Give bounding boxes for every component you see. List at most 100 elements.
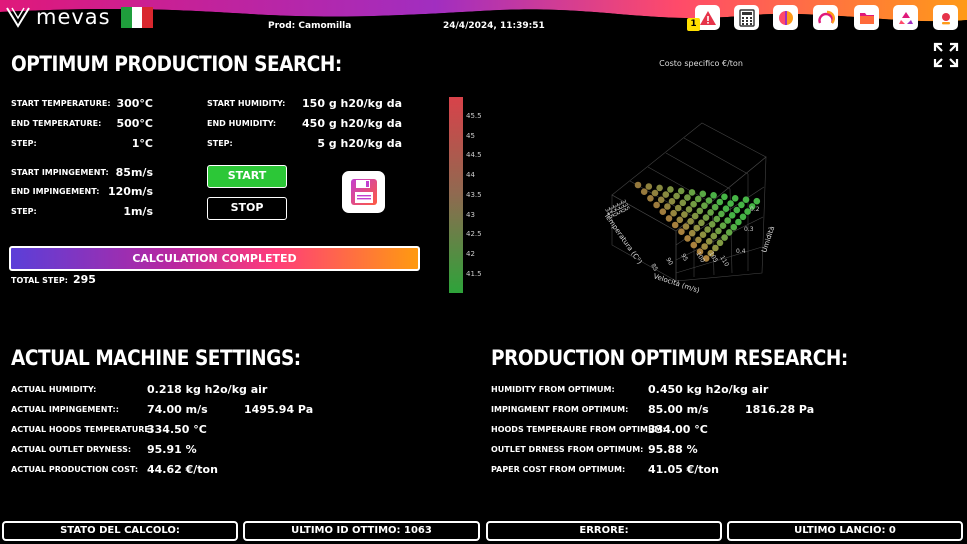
- chart-title: Costo specifico €/ton: [659, 59, 743, 68]
- surface-point: [688, 189, 696, 196]
- save-button[interactable]: [342, 171, 385, 213]
- temperature-step-value[interactable]: 1°C: [100, 137, 153, 150]
- surface-point: [676, 216, 684, 224]
- surface-point: [651, 189, 659, 197]
- actual-humidity-value: 0.218 kg h2o/kg air: [147, 383, 268, 396]
- surface-point: [693, 224, 701, 232]
- optimum-hoods-temperature-value: 334.00 °C: [648, 423, 708, 436]
- product-name: Prod: Camomilla: [268, 21, 352, 31]
- surface-point: [731, 195, 739, 202]
- calculator-icon[interactable]: [734, 5, 759, 30]
- surface-point: [721, 193, 728, 201]
- optimum-humidity-value: 0.450 kg h2o/kg air: [648, 383, 769, 396]
- temperature-step-label: STEP:: [11, 139, 37, 148]
- recycle-icon[interactable]: [893, 5, 918, 30]
- surface-point: [662, 191, 670, 198]
- colorbar-tick: 43: [466, 210, 475, 219]
- surface-point: [738, 201, 745, 209]
- surface-point: [647, 195, 654, 202]
- surface-point: [716, 239, 724, 247]
- warning-count-badge: 1: [687, 18, 700, 31]
- optimum-paper-cost-label: PAPER COST FROM OPTIMUM:: [491, 465, 626, 474]
- surface-point: [730, 223, 738, 231]
- surface-point: [742, 196, 750, 203]
- surface-point: [721, 234, 728, 241]
- colorbar-tick: 42: [466, 249, 475, 258]
- surface-point: [733, 206, 741, 214]
- surface-point: [668, 198, 676, 205]
- actual-production-cost-value: 44.62 €/ton: [147, 463, 218, 476]
- surface-point: [715, 227, 722, 235]
- total-step-value: 295: [73, 273, 96, 286]
- gauge-icon[interactable]: [773, 5, 798, 30]
- optimum-impingement-label: IMPINGMENT FROM OPTIMUM:: [491, 405, 629, 414]
- impingement-step-value[interactable]: 1m/s: [100, 205, 153, 218]
- surface-point: [682, 223, 690, 230]
- surface-point: [670, 209, 677, 217]
- surface-point: [702, 214, 710, 221]
- speed-tick: 110: [718, 255, 730, 269]
- surface-point: [707, 209, 714, 216]
- surface-point: [634, 181, 642, 189]
- mevas-logo[interactable]: mevas: [6, 4, 111, 30]
- arc-icon[interactable]: [813, 5, 838, 30]
- actual-hoods-temperature-value: 334.50 °C: [147, 423, 207, 436]
- end-impingement-value[interactable]: 120m/s: [100, 185, 153, 198]
- humidity-axis-label: Umidità: [760, 225, 776, 253]
- surface-point: [684, 194, 691, 201]
- end-humidity-value[interactable]: 450 g h20/kg da: [296, 117, 402, 130]
- actual-humidity-label: ACTUAL HUMIDITY:: [11, 385, 97, 394]
- optimum-impingement-value: 85.00 m/s: [648, 403, 709, 416]
- surface-point: [716, 198, 724, 206]
- temperature-axis-label: Temperatura (C°): [602, 211, 644, 266]
- surface-point: [735, 218, 742, 226]
- settings-icon[interactable]: [933, 5, 958, 30]
- fullscreen-icon[interactable]: [933, 42, 959, 68]
- stop-button[interactable]: STOP: [207, 197, 287, 220]
- optimum-hoods-temperature-label: HOODS TEMPERAURE FROM OPTIMUM:: [491, 425, 666, 434]
- italian-flag-icon[interactable]: [121, 7, 154, 28]
- start-humidity-value[interactable]: 150 g h20/kg da: [296, 97, 402, 110]
- start-impingement-value[interactable]: 85m/s: [100, 166, 153, 179]
- humidity-step-value[interactable]: 5 g h20/kg da: [296, 137, 402, 150]
- surface-point: [708, 221, 716, 228]
- actual-outlet-dryness-value: 95.91 %: [147, 443, 197, 456]
- humidity-step-label: STEP:: [207, 139, 233, 148]
- optimum-humidity-label: HUMIDITY FROM OPTIMUM:: [491, 385, 615, 394]
- surface-point: [671, 221, 679, 229]
- surface-point: [724, 217, 731, 224]
- actual-impingement-label: ACTUAL IMPINGEMENT::: [11, 405, 119, 414]
- surface-point: [710, 192, 717, 199]
- colorbar-tick: 43.5: [466, 190, 482, 199]
- surface-point: [690, 200, 697, 208]
- calculation-state-box: STATO DEL CALCOLO:: [2, 521, 238, 541]
- surface-point: [705, 238, 713, 245]
- end-temperature-label: END TEMPERATURE:: [11, 119, 102, 128]
- start-temperature-value[interactable]: 300°C: [100, 97, 153, 110]
- surface-point: [679, 199, 687, 207]
- speed-tick: 90: [664, 257, 674, 267]
- optimum-outlet-dryness-value: 95.88 %: [648, 443, 698, 456]
- colorbar-tick: 45.5: [466, 112, 482, 120]
- surface-point: [657, 196, 665, 204]
- surface-point: [681, 211, 688, 218]
- surface-point: [701, 202, 708, 209]
- search-section-title: OPTIMUM PRODUCTION SEARCH:: [11, 52, 342, 76]
- calculation-progress-bar: CALCULATION COMPLETED: [9, 246, 420, 271]
- surface-point: [674, 204, 682, 212]
- date-time: 24/4/2024, 11:39:51: [443, 21, 545, 31]
- end-temperature-value[interactable]: 500°C: [100, 117, 153, 130]
- folder-icon[interactable]: [854, 5, 879, 30]
- surface-point: [699, 190, 707, 198]
- optimum-impingement-pressure: 1816.28 Pa: [745, 403, 815, 416]
- start-impingement-label: START IMPINGEMENT:: [11, 168, 109, 177]
- actual-settings-title: ACTUAL MACHINE SETTINGS:: [11, 346, 301, 370]
- surface-point: [698, 219, 705, 227]
- start-button[interactable]: START: [207, 165, 287, 188]
- surface-point: [667, 186, 674, 193]
- surface-point: [659, 208, 667, 215]
- cost-3d-surface-chart[interactable]: 85 90 95 100 105 110 0.2 0.3 0.4 335 330…: [590, 95, 800, 305]
- colorbar-tick: 45: [466, 131, 475, 140]
- actual-outlet-dryness-label: ACTUAL OUTLET DRYNESS:: [11, 445, 132, 454]
- actual-hoods-temperature-label: ACTUAL HOODS TEMPERATURE:: [11, 425, 154, 434]
